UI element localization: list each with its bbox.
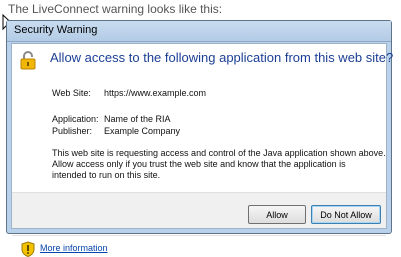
dialog-titlebar[interactable]: Security Warning — [7, 21, 391, 42]
publisher-label: Publisher: — [52, 126, 93, 136]
footer-divider — [12, 235, 386, 236]
dialog-heading: Allow access to the following applicatio… — [50, 50, 394, 65]
page-caption: The LiveConnect warning looks like this: — [8, 2, 223, 16]
shield-warning-icon — [21, 241, 35, 257]
allow-button[interactable]: Allow — [248, 205, 306, 224]
security-warning-dialog: Security Warning Allow access to the fol… — [6, 20, 393, 257]
lock-icon — [20, 51, 36, 70]
do-not-allow-button[interactable]: Do Not Allow — [311, 205, 381, 224]
application-label: Application: — [52, 114, 99, 124]
application-value: Name of the RIA — [104, 114, 171, 124]
dialog-title: Security Warning — [14, 24, 98, 36]
description-line: Allow access only if you trust the web s… — [52, 159, 346, 169]
dialog-footer: Allow Do Not Allow More information — [12, 192, 386, 257]
website-label: Web Site: — [52, 88, 91, 98]
publisher-value: Example Company — [104, 126, 181, 136]
more-information-link[interactable]: More information — [40, 243, 108, 253]
description-line: intended to run on this site. — [52, 170, 161, 180]
website-value: https://www.example.com — [104, 88, 207, 98]
warning-description: This web site is requesting access and c… — [52, 148, 386, 181]
description-line: This web site is requesting access and c… — [52, 148, 386, 158]
dialog-body: Allow access to the following applicatio… — [11, 43, 393, 257]
